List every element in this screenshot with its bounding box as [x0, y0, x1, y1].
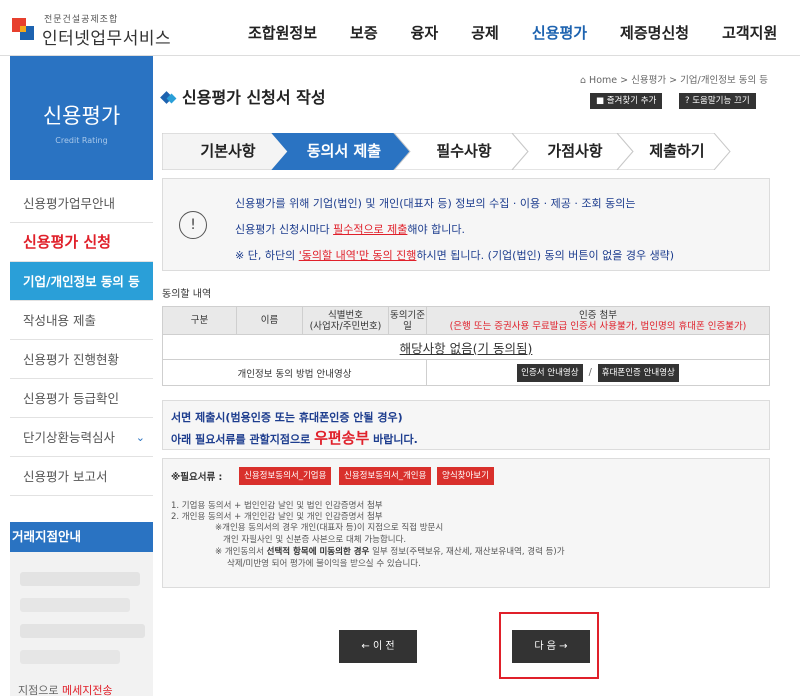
cert-guide-video-button[interactable]: 인증서 안내영상: [517, 363, 583, 382]
sidebar-subtitle: Credit Rating: [55, 136, 108, 145]
docs-label: ※필요서류 :: [171, 472, 223, 483]
docs-line-5: ※ 개인동의서 선택적 항목에 미동의한 경우 일부 정보(주택보유, 재산세,…: [215, 547, 565, 557]
help-toggle-button[interactable]: ? 도움말기능 끄기: [679, 93, 756, 109]
consent-section-label: 동의할 내역: [162, 289, 212, 300]
branch-message-link[interactable]: 지점으로 메세지전송: [18, 682, 113, 696]
sidebar-title: 신용평가: [42, 104, 121, 128]
nav-mutual-aid[interactable]: 공제: [471, 22, 499, 43]
table-row: 개인정보 동의 방법 안내영상 인증서 안내영상 / 휴대폰인증 안내영상: [162, 359, 770, 386]
prev-button[interactable]: ← 이 전: [339, 630, 417, 663]
mail-line-1: 서면 제출시(범용인증 또는 휴대폰인증 안될 경우): [171, 411, 403, 424]
step-consent: 동의서 제출: [306, 142, 382, 160]
guide-buttons: 인증서 안내영상 / 휴대폰인증 안내영상: [426, 359, 770, 386]
branch-info-box: 거래지점안내 지점으로 메세지전송: [10, 522, 153, 696]
nav-guarantee[interactable]: 보증: [350, 22, 378, 43]
corp-consent-form-button[interactable]: 신용정보동의서_기업용: [239, 467, 332, 485]
notice-line-3: ※ 단, 하단의 '동의할 내역'만 동의 진행하시면 됩니다. (기업(법인)…: [235, 249, 675, 262]
step-submit: 제출하기: [649, 142, 705, 160]
step-indicator: 기본사항 동의서 제출 필수사항 가점사항 제출하기: [162, 133, 762, 170]
next-button[interactable]: 다 음 →: [512, 630, 590, 663]
sidebar-item-submit[interactable]: 작성내용 제출: [10, 301, 153, 340]
guide-label: 개인정보 동의 방법 안내영상: [162, 359, 427, 386]
alert-icon: !: [179, 211, 207, 239]
phone-guide-video-button[interactable]: 휴대폰인증 안내영상: [597, 363, 679, 382]
no-items-text: 해당사항 없음(기 동의됨): [162, 334, 770, 360]
col-date: 동의기준 일: [388, 306, 427, 335]
sidebar-item-apply[interactable]: 신용평가 신청: [10, 223, 153, 262]
mail-line-2: 아래 필요서류를 관할지점으로 우편송부 바랍니다.: [171, 429, 418, 447]
docs-line-3: ※개인용 동의서의 경우 개인(대표자 등)이 지점으로 직접 방문시: [215, 523, 444, 533]
docs-line-4: 개인 자필사인 및 신분증 사본으로 대체 가능합니다.: [223, 535, 407, 545]
sidebar-item-grade[interactable]: 신용평가 등급확인: [10, 379, 153, 418]
docs-line-6: 삭제/미반영 되어 평가에 불이익을 받으실 수 있습니다.: [227, 559, 421, 569]
sidebar-item-label: 단기상환능력심사: [23, 430, 116, 445]
step-basic: 기본사항: [200, 142, 256, 160]
table-header-row: 구분 이름 식별번호 (사업자/주민번호) 동의기준 일 인증 첨부 (은행 또…: [162, 306, 770, 335]
col-cert: 인증 첨부 (은행 또는 증권사용 무료발급 인증서 사용불가, 법인명의 휴대…: [426, 306, 770, 335]
step-bonus: 가점사항: [547, 142, 603, 160]
sidebar-item-consent[interactable]: 기업/개인정보 동의 등: [10, 262, 153, 301]
find-forms-button[interactable]: 양식찾아보기: [437, 467, 494, 485]
bookmark-button[interactable]: ■ 즐겨찾기 추가: [590, 93, 663, 109]
logo[interactable]: 전문건설공제조합 인터넷업무서비스: [12, 10, 182, 49]
chevron-down-icon: ⌄: [135, 431, 145, 444]
required-docs-box: ※필요서류 : 신용정보동의서_기업용 신용정보동의서_개인용 양식찾아보기 1…: [162, 458, 770, 588]
sidebar-item-guide[interactable]: 신용평가업무안내: [10, 184, 153, 223]
notice-line-2: 신용평가 신청시마다 필수적으로 제출해야 합니다.: [235, 223, 466, 236]
nav-certificate[interactable]: 제증명신청: [620, 22, 689, 43]
mail-submission-box: 서면 제출시(범용인증 또는 휴대폰인증 안될 경우) 아래 필요서류를 관할지…: [162, 400, 770, 450]
page-title: 신용평가 신청서 작성: [160, 84, 326, 108]
notice-line-1: 신용평가를 위해 기업(법인) 및 개인(대표자 등) 정보의 수집 · 이용 …: [235, 197, 636, 210]
header: 전문건설공제조합 인터넷업무서비스 조합원정보 보증 융자 공제 신용평가 제증…: [0, 0, 800, 56]
nav-credit-rating[interactable]: 신용평가: [532, 22, 587, 43]
sidebar-item-short-term[interactable]: 단기상환능력심사 ⌄: [10, 418, 153, 457]
sidebar-item-report[interactable]: 신용평가 보고서: [10, 457, 153, 496]
step-required: 필수사항: [436, 142, 492, 160]
sidebar-menu: 신용평가업무안내 신용평가 신청 기업/개인정보 동의 등 작성내용 제출 신용…: [10, 184, 153, 496]
personal-consent-form-button[interactable]: 신용정보동의서_개인용: [339, 467, 432, 485]
global-nav: 조합원정보 보증 융자 공제 신용평가 제증명신청 고객지원: [248, 22, 800, 43]
sidebar-item-progress[interactable]: 신용평가 진행현황: [10, 340, 153, 379]
consent-table: 구분 이름 식별번호 (사업자/주민번호) 동의기준 일 인증 첨부 (은행 또…: [162, 306, 770, 386]
table-row: 해당사항 없음(기 동의됨): [162, 334, 770, 360]
logo-main-text: 인터넷업무서비스: [42, 29, 172, 49]
sidebar-title-box: 신용평가 Credit Rating: [10, 56, 153, 180]
nav-loan[interactable]: 융자: [411, 22, 439, 43]
col-id: 식별번호 (사업자/주민번호): [302, 306, 389, 335]
notice-box: ! 신용평가를 위해 기업(법인) 및 개인(대표자 등) 정보의 수집 · 이…: [162, 178, 770, 271]
col-name: 이름: [236, 306, 303, 335]
nav-customer-support[interactable]: 고객지원: [722, 22, 777, 43]
logo-mark-icon: [12, 18, 36, 42]
branch-title: 거래지점안내: [10, 522, 153, 552]
col-type: 구분: [162, 306, 237, 335]
nav-member-info[interactable]: 조합원정보: [248, 22, 317, 43]
breadcrumb: ⌂ Home > 신용평가 > 기업/개인정보 동의 등: [580, 75, 768, 86]
